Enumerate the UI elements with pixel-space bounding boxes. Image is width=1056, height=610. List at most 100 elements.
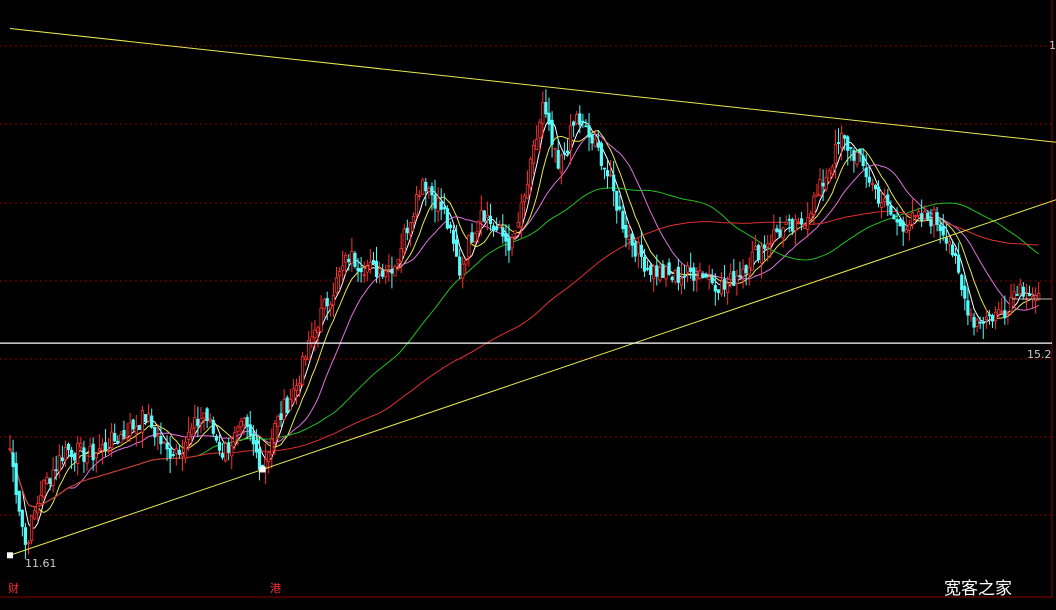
candle-up xyxy=(917,211,921,216)
candle-up xyxy=(110,431,114,449)
candle-up xyxy=(183,441,188,459)
candle-down xyxy=(722,279,727,290)
candle-up xyxy=(313,329,317,339)
candle-down xyxy=(504,233,508,242)
candle-down xyxy=(70,449,74,458)
candle-up xyxy=(319,307,323,332)
candle-up xyxy=(294,385,299,391)
candle-up xyxy=(273,423,277,443)
candle-up xyxy=(461,263,465,279)
candle-up xyxy=(421,179,425,196)
candle-down xyxy=(171,454,175,456)
candle-down xyxy=(217,441,222,451)
candle-up xyxy=(387,265,391,268)
candle-up xyxy=(411,216,416,224)
candle-up xyxy=(735,275,739,284)
candle-up xyxy=(365,265,369,273)
candle-up xyxy=(824,176,828,190)
candle-up xyxy=(88,446,92,457)
candle-up xyxy=(593,138,597,147)
candle-up xyxy=(51,469,55,486)
candle-down xyxy=(159,436,163,445)
candle-down xyxy=(248,424,252,436)
candle-down xyxy=(470,232,474,243)
candle-down xyxy=(150,415,154,428)
candle-down xyxy=(562,152,567,155)
candle-up xyxy=(239,420,243,428)
candle-down xyxy=(227,442,231,453)
candle-down xyxy=(73,454,77,461)
candle-up xyxy=(341,265,345,271)
candle-up xyxy=(76,442,80,464)
candle-down xyxy=(371,260,376,265)
candle-down xyxy=(981,321,985,324)
candle-up xyxy=(396,258,400,265)
candle-down xyxy=(941,226,945,236)
candle-down xyxy=(612,174,616,192)
candle-up xyxy=(414,194,419,216)
candle-down xyxy=(704,274,708,278)
candle-up xyxy=(809,213,813,220)
candle-up xyxy=(288,399,292,411)
candle-up xyxy=(1000,310,1004,313)
candle-down xyxy=(590,134,594,144)
candle-up xyxy=(270,438,274,455)
candle-up xyxy=(568,125,573,151)
candle-up xyxy=(827,170,831,182)
candle-down xyxy=(689,267,693,272)
candle-down xyxy=(205,408,209,422)
candle-up xyxy=(994,311,998,322)
candle-down xyxy=(544,102,548,115)
candle-down xyxy=(901,221,905,232)
candle-up xyxy=(464,260,468,265)
anchor-point-marker-2 xyxy=(259,466,266,473)
candle-down xyxy=(137,424,141,430)
candle-down xyxy=(710,276,714,284)
candle-up xyxy=(759,246,764,264)
candle-down xyxy=(430,186,434,196)
candle-down xyxy=(960,274,964,291)
candle-up xyxy=(8,448,12,451)
candle-up xyxy=(393,265,397,277)
candle-up xyxy=(100,443,104,451)
event-marker-2: 港 xyxy=(270,582,281,595)
candle-up xyxy=(784,221,788,226)
candle-down xyxy=(596,142,600,148)
candle-up xyxy=(36,503,40,514)
candle-down xyxy=(251,433,255,445)
candle-down xyxy=(867,176,871,183)
candle-up xyxy=(79,443,83,448)
candle-up xyxy=(1012,291,1016,299)
candle-down xyxy=(165,442,169,450)
candle-up xyxy=(575,114,579,124)
candle-down xyxy=(279,413,283,420)
candle-up xyxy=(883,198,887,203)
candle-down xyxy=(214,435,218,441)
candle-up xyxy=(1037,292,1041,300)
candle-down xyxy=(843,135,847,139)
candle-up xyxy=(362,274,366,277)
candle-up xyxy=(467,235,471,258)
candle-up xyxy=(833,144,838,164)
candle-down xyxy=(763,244,767,249)
candle-up xyxy=(436,197,440,212)
candle-down xyxy=(775,228,779,232)
candle-down xyxy=(482,210,486,222)
candle-down xyxy=(716,289,721,294)
candle-up xyxy=(368,261,372,270)
candle-up xyxy=(297,383,302,386)
candle-down xyxy=(889,205,893,215)
candle-up xyxy=(729,272,733,281)
candle-down xyxy=(618,206,622,210)
candle-down xyxy=(852,150,856,161)
candle-down xyxy=(82,447,86,462)
candle-down xyxy=(356,267,360,272)
candle-down xyxy=(257,448,262,470)
candle-up xyxy=(830,166,834,175)
candle-down xyxy=(11,452,15,467)
candle-down xyxy=(935,212,939,225)
candle-down xyxy=(550,119,554,145)
candle-down xyxy=(821,182,825,187)
candle-down xyxy=(578,113,582,125)
candle-down xyxy=(245,416,249,427)
